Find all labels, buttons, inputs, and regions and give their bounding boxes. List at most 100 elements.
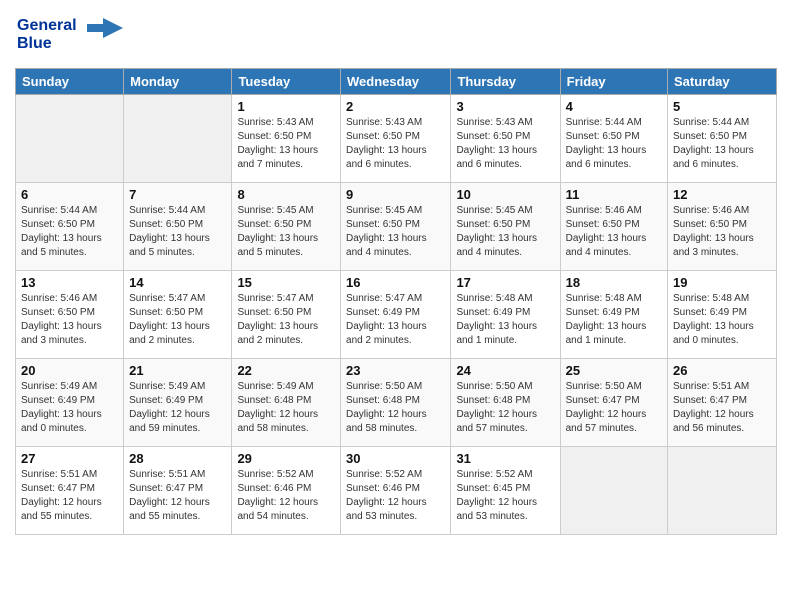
cell-content: Sunrise: 5:48 AMSunset: 6:49 PMDaylight:… xyxy=(456,292,554,348)
cell-content: Sunrise: 5:50 AMSunset: 6:47 PMDaylight:… xyxy=(566,380,662,436)
cell-content: Sunrise: 5:50 AMSunset: 6:48 PMDaylight:… xyxy=(346,380,445,436)
day-number: 16 xyxy=(346,275,445,290)
calendar-cell: 14 Sunrise: 5:47 AMSunset: 6:50 PMDayligh… xyxy=(124,271,232,359)
cell-content: Sunrise: 5:45 AMSunset: 6:50 PMDaylight:… xyxy=(456,204,554,260)
cell-content: Sunrise: 5:44 AMSunset: 6:50 PMDaylight:… xyxy=(129,204,226,260)
cell-content: Sunrise: 5:44 AMSunset: 6:50 PMDaylight:… xyxy=(673,116,771,172)
day-number: 24 xyxy=(456,363,554,378)
cell-content: Sunrise: 5:52 AMSunset: 6:46 PMDaylight:… xyxy=(346,468,445,524)
day-header-wednesday: Wednesday xyxy=(341,69,451,95)
day-header-sunday: Sunday xyxy=(16,69,124,95)
calendar-cell: 21Sunrise: 5:49 AMSunset: 6:49 PMDayligh… xyxy=(124,359,232,447)
calendar-cell: 18 Sunrise: 5:48 AMSunset: 6:49 PMDayligh… xyxy=(560,271,667,359)
calendar-cell: 25 Sunrise: 5:50 AMSunset: 6:47 PMDayligh… xyxy=(560,359,667,447)
calendar-header-row: SundayMondayTuesdayWednesdayThursdayFrid… xyxy=(16,69,777,95)
day-header-friday: Friday xyxy=(560,69,667,95)
day-number: 4 xyxy=(566,99,662,114)
day-number: 3 xyxy=(456,99,554,114)
calendar-cell: 23 Sunrise: 5:50 AMSunset: 6:48 PMDayligh… xyxy=(341,359,451,447)
header: General Blue xyxy=(15,10,777,60)
day-number: 2 xyxy=(346,99,445,114)
calendar-cell: 4Sunrise: 5:44 AMSunset: 6:50 PMDaylight… xyxy=(560,95,667,183)
day-number: 30 xyxy=(346,451,445,466)
calendar-cell: 27 Sunrise: 5:51 AMSunset: 6:47 PMDayligh… xyxy=(16,447,124,535)
calendar-cell: 30 Sunrise: 5:52 AMSunset: 6:46 PMDayligh… xyxy=(341,447,451,535)
calendar-cell: 1 Sunrise: 5:43 AMSunset: 6:50 PMDaylight… xyxy=(232,95,341,183)
day-number: 23 xyxy=(346,363,445,378)
calendar-week-row: 20 Sunrise: 5:49 AMSunset: 6:49 PMDayligh… xyxy=(16,359,777,447)
calendar-cell: 8Sunrise: 5:45 AMSunset: 6:50 PMDaylight… xyxy=(232,183,341,271)
cell-content: Sunrise: 5:45 AMSunset: 6:50 PMDaylight:… xyxy=(346,204,445,260)
cell-content: Sunrise: 5:51 AMSunset: 6:47 PMDaylight:… xyxy=(129,468,226,524)
calendar-cell: 11Sunrise: 5:46 AMSunset: 6:50 PMDayligh… xyxy=(560,183,667,271)
day-number: 31 xyxy=(456,451,554,466)
calendar-cell xyxy=(560,447,667,535)
day-number: 29 xyxy=(237,451,335,466)
day-number: 7 xyxy=(129,187,226,202)
day-number: 5 xyxy=(673,99,771,114)
calendar-cell: 7 Sunrise: 5:44 AMSunset: 6:50 PMDaylight… xyxy=(124,183,232,271)
calendar-cell: 31 Sunrise: 5:52 AMSunset: 6:45 PMDayligh… xyxy=(451,447,560,535)
day-number: 25 xyxy=(566,363,662,378)
cell-content: Sunrise: 5:47 AMSunset: 6:49 PMDaylight:… xyxy=(346,292,445,348)
cell-content: Sunrise: 5:50 AMSunset: 6:48 PMDaylight:… xyxy=(456,380,554,436)
calendar-cell: 29 Sunrise: 5:52 AMSunset: 6:46 PMDayligh… xyxy=(232,447,341,535)
cell-content: Sunrise: 5:47 AMSunset: 6:50 PMDaylight:… xyxy=(129,292,226,348)
calendar-cell: 20 Sunrise: 5:49 AMSunset: 6:49 PMDayligh… xyxy=(16,359,124,447)
calendar-week-row: 6 Sunrise: 5:44 AMSunset: 6:50 PMDaylight… xyxy=(16,183,777,271)
calendar-week-row: 27 Sunrise: 5:51 AMSunset: 6:47 PMDayligh… xyxy=(16,447,777,535)
day-header-tuesday: Tuesday xyxy=(232,69,341,95)
calendar-table: SundayMondayTuesdayWednesdayThursdayFrid… xyxy=(15,68,777,535)
logo-text: General Blue xyxy=(15,10,125,60)
cell-content: Sunrise: 5:52 AMSunset: 6:46 PMDaylight:… xyxy=(237,468,335,524)
calendar-cell: 17 Sunrise: 5:48 AMSunset: 6:49 PMDayligh… xyxy=(451,271,560,359)
day-header-thursday: Thursday xyxy=(451,69,560,95)
day-header-saturday: Saturday xyxy=(668,69,777,95)
cell-content: Sunrise: 5:49 AMSunset: 6:49 PMDaylight:… xyxy=(21,380,118,436)
day-number: 28 xyxy=(129,451,226,466)
cell-content: Sunrise: 5:43 AMSunset: 6:50 PMDaylight:… xyxy=(237,116,335,172)
calendar-cell xyxy=(124,95,232,183)
cell-content: Sunrise: 5:47 AMSunset: 6:50 PMDaylight:… xyxy=(237,292,335,348)
calendar-week-row: 13 Sunrise: 5:46 AMSunset: 6:50 PMDayligh… xyxy=(16,271,777,359)
cell-content: Sunrise: 5:48 AMSunset: 6:49 PMDaylight:… xyxy=(566,292,662,348)
cell-content: Sunrise: 5:46 AMSunset: 6:50 PMDaylight:… xyxy=(566,204,662,260)
calendar-cell: 24 Sunrise: 5:50 AMSunset: 6:48 PMDayligh… xyxy=(451,359,560,447)
calendar-cell: 5 Sunrise: 5:44 AMSunset: 6:50 PMDaylight… xyxy=(668,95,777,183)
cell-content: Sunrise: 5:46 AMSunset: 6:50 PMDaylight:… xyxy=(673,204,771,260)
cell-content: Sunrise: 5:45 AMSunset: 6:50 PMDaylight:… xyxy=(237,204,335,260)
calendar-cell: 3Sunrise: 5:43 AMSunset: 6:50 PMDaylight… xyxy=(451,95,560,183)
day-number: 13 xyxy=(21,275,118,290)
day-number: 22 xyxy=(237,363,335,378)
cell-content: Sunrise: 5:48 AMSunset: 6:49 PMDaylight:… xyxy=(673,292,771,348)
day-number: 17 xyxy=(456,275,554,290)
cell-content: Sunrise: 5:43 AMSunset: 6:50 PMDaylight:… xyxy=(346,116,445,172)
calendar-cell: 2 Sunrise: 5:43 AMSunset: 6:50 PMDaylight… xyxy=(341,95,451,183)
calendar-week-row: 1 Sunrise: 5:43 AMSunset: 6:50 PMDaylight… xyxy=(16,95,777,183)
calendar-cell: 15Sunrise: 5:47 AMSunset: 6:50 PMDayligh… xyxy=(232,271,341,359)
svg-text:Blue: Blue xyxy=(17,35,52,52)
cell-content: Sunrise: 5:44 AMSunset: 6:50 PMDaylight:… xyxy=(21,204,118,260)
day-number: 26 xyxy=(673,363,771,378)
cell-content: Sunrise: 5:49 AMSunset: 6:49 PMDaylight:… xyxy=(129,380,226,436)
calendar-cell: 26Sunrise: 5:51 AMSunset: 6:47 PMDayligh… xyxy=(668,359,777,447)
calendar-cell: 22Sunrise: 5:49 AMSunset: 6:48 PMDayligh… xyxy=(232,359,341,447)
calendar-cell: 10Sunrise: 5:45 AMSunset: 6:50 PMDayligh… xyxy=(451,183,560,271)
logo: General Blue xyxy=(15,10,125,60)
svg-text:General: General xyxy=(17,17,77,34)
cell-content: Sunrise: 5:46 AMSunset: 6:50 PMDaylight:… xyxy=(21,292,118,348)
day-number: 9 xyxy=(346,187,445,202)
calendar-cell: 13 Sunrise: 5:46 AMSunset: 6:50 PMDayligh… xyxy=(16,271,124,359)
day-number: 18 xyxy=(566,275,662,290)
calendar-cell: 12 Sunrise: 5:46 AMSunset: 6:50 PMDayligh… xyxy=(668,183,777,271)
calendar-cell: 19Sunrise: 5:48 AMSunset: 6:49 PMDayligh… xyxy=(668,271,777,359)
page: General Blue SundayMondayTuesdayWednesda… xyxy=(0,0,792,612)
cell-content: Sunrise: 5:52 AMSunset: 6:45 PMDaylight:… xyxy=(456,468,554,524)
day-number: 6 xyxy=(21,187,118,202)
day-number: 27 xyxy=(21,451,118,466)
day-number: 20 xyxy=(21,363,118,378)
cell-content: Sunrise: 5:51 AMSunset: 6:47 PMDaylight:… xyxy=(21,468,118,524)
day-number: 12 xyxy=(673,187,771,202)
day-number: 14 xyxy=(129,275,226,290)
day-number: 1 xyxy=(237,99,335,114)
